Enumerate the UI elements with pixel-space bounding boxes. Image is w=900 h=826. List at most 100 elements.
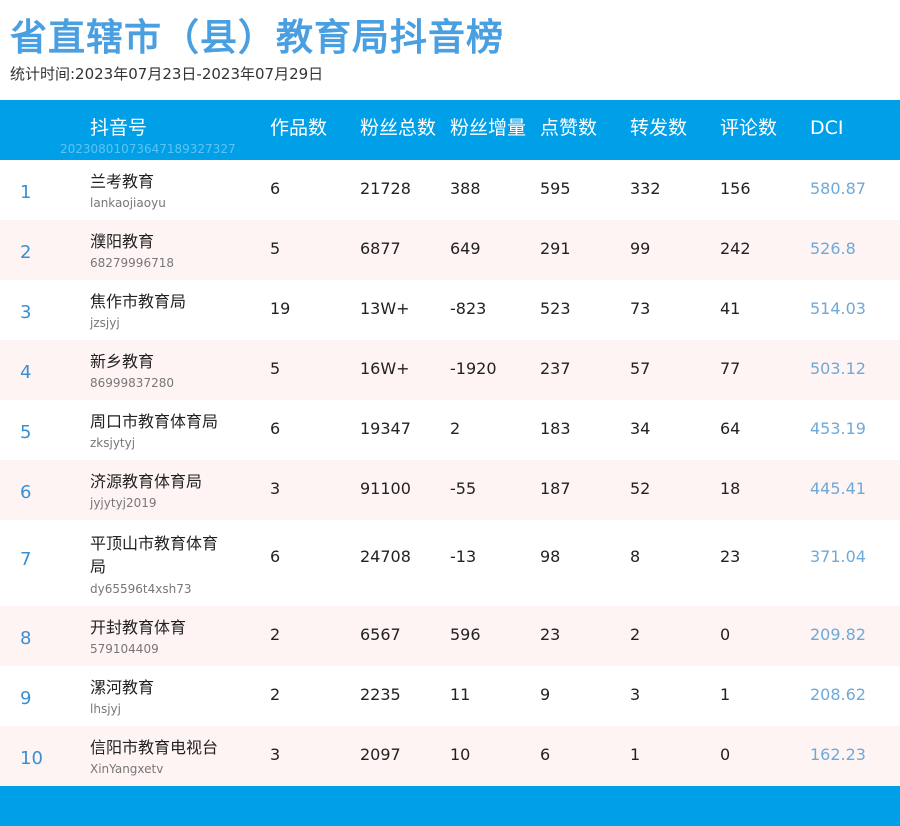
comments-count: 77 [720, 359, 741, 378]
header-shares: 转发数 [630, 117, 688, 139]
comments-count: 0 [720, 625, 731, 644]
account-name: 济源教育体育局 [90, 472, 203, 491]
shares-count: 3 [630, 685, 641, 704]
likes-count: 523 [540, 299, 571, 318]
dci-score: 503.12 [810, 359, 866, 378]
table-row: 8 开封教育体育 579104409 2 6567 596 23 2 0 209… [0, 606, 900, 666]
comments-count: 23 [720, 547, 741, 566]
dci-score: 445.41 [810, 479, 866, 498]
works-count: 6 [270, 419, 281, 438]
shares-count: 99 [630, 239, 651, 258]
rank: 10 [20, 748, 43, 769]
account-handle: lankaojiaoyu [90, 196, 166, 210]
header-dci: DCI [810, 117, 844, 139]
account-name: 兰考教育 [90, 172, 155, 191]
shares-count: 57 [630, 359, 651, 378]
comments-count: 41 [720, 299, 741, 318]
fans-growth: -1920 [450, 359, 497, 378]
works-count: 2 [270, 685, 281, 704]
account-handle: XinYangxetv [90, 762, 164, 776]
dci-score: 453.19 [810, 419, 866, 438]
likes-count: 187 [540, 479, 571, 498]
rank: 4 [20, 362, 32, 383]
dci-score: 526.8 [810, 239, 856, 258]
fans-growth: -13 [450, 547, 477, 566]
dci-score: 371.04 [810, 547, 866, 566]
shares-count: 34 [630, 419, 651, 438]
account-name: 平顶山市教育体育局 [90, 534, 219, 576]
rank: 3 [20, 302, 32, 323]
account-name: 周口市教育体育局 [90, 412, 219, 431]
page-title: 省直辖市（县）教育局抖音榜 [10, 16, 504, 59]
table-header: 抖音号 作品数 粉丝总数 粉丝增量 点赞数 转发数 评论数 DCI 202308… [0, 100, 900, 160]
table-row: 1 兰考教育 lankaojiaoyu 6 21728 388 595 332 … [0, 160, 900, 220]
likes-count: 23 [540, 625, 561, 644]
rank: 5 [20, 422, 32, 443]
rank: 6 [20, 482, 32, 503]
shares-count: 2 [630, 625, 641, 644]
rank: 9 [20, 688, 32, 709]
rank: 8 [20, 628, 32, 649]
account-handle: jyjytyj2019 [90, 496, 157, 510]
dci-score: 208.62 [810, 685, 866, 704]
fans-total: 13W+ [360, 299, 410, 318]
likes-count: 291 [540, 239, 571, 258]
works-count: 3 [270, 479, 281, 498]
table-row: 3 焦作市教育局 jzsjyj 19 13W+ -823 523 73 41 5… [0, 280, 900, 340]
fans-growth: -55 [450, 479, 477, 498]
account-name: 新乡教育 [90, 352, 155, 371]
comments-count: 0 [720, 745, 731, 764]
works-count: 6 [270, 547, 281, 566]
dci-score: 162.23 [810, 745, 866, 764]
works-count: 6 [270, 179, 281, 198]
fans-total: 6567 [360, 625, 401, 644]
account-handle: 579104409 [90, 642, 159, 656]
works-count: 3 [270, 745, 281, 764]
ranking-table: 1 兰考教育 lankaojiaoyu 6 21728 388 595 332 … [0, 160, 900, 786]
comments-count: 18 [720, 479, 741, 498]
header-fans-growth: 粉丝增量 [450, 117, 527, 139]
comments-count: 1 [720, 685, 731, 704]
shares-count: 8 [630, 547, 641, 566]
table-row: 5 周口市教育体育局 zksjytyj 6 19347 2 183 34 64 … [0, 400, 900, 460]
account-handle: 86999837280 [90, 376, 174, 390]
fans-growth: 388 [450, 179, 481, 198]
table-row: 7 平顶山市教育体育局 dy65596t4xsh73 6 24708 -13 9… [0, 520, 900, 606]
header-works: 作品数 [270, 117, 328, 139]
header-account: 抖音号 [90, 117, 148, 139]
fans-total: 2235 [360, 685, 401, 704]
rank: 2 [20, 242, 32, 263]
likes-count: 595 [540, 179, 571, 198]
account-name: 信阳市教育电视台 [90, 738, 219, 757]
likes-count: 183 [540, 419, 571, 438]
likes-count: 6 [540, 745, 551, 764]
likes-count: 237 [540, 359, 571, 378]
comments-count: 64 [720, 419, 741, 438]
fans-growth: 2 [450, 419, 461, 438]
table-row: 2 濮阳教育 68279996718 5 6877 649 291 99 242… [0, 220, 900, 280]
account-name: 焦作市教育局 [90, 292, 187, 311]
fans-growth: -823 [450, 299, 487, 318]
header-comments: 评论数 [720, 117, 778, 139]
works-count: 19 [270, 299, 291, 318]
fans-growth: 11 [450, 685, 471, 704]
fans-total: 91100 [360, 479, 411, 498]
header-fans-total: 粉丝总数 [360, 117, 437, 139]
rank: 1 [20, 182, 32, 203]
fans-total: 21728 [360, 179, 411, 198]
fans-growth: 596 [450, 625, 481, 644]
works-count: 2 [270, 625, 281, 644]
shares-count: 52 [630, 479, 651, 498]
table-row: 4 新乡教育 86999837280 5 16W+ -1920 237 57 7… [0, 340, 900, 400]
fans-total: 2097 [360, 745, 401, 764]
account-name: 濮阳教育 [90, 232, 155, 251]
watermark-id: 20230801073647189327327 [60, 142, 236, 156]
dci-score: 580.87 [810, 179, 866, 198]
likes-count: 98 [540, 547, 561, 566]
fans-total: 16W+ [360, 359, 410, 378]
likes-count: 9 [540, 685, 551, 704]
fans-growth: 10 [450, 745, 471, 764]
rank: 7 [20, 549, 32, 570]
account-handle: 68279996718 [90, 256, 174, 270]
table-row: 6 济源教育体育局 jyjytyj2019 3 91100 -55 187 52… [0, 460, 900, 520]
